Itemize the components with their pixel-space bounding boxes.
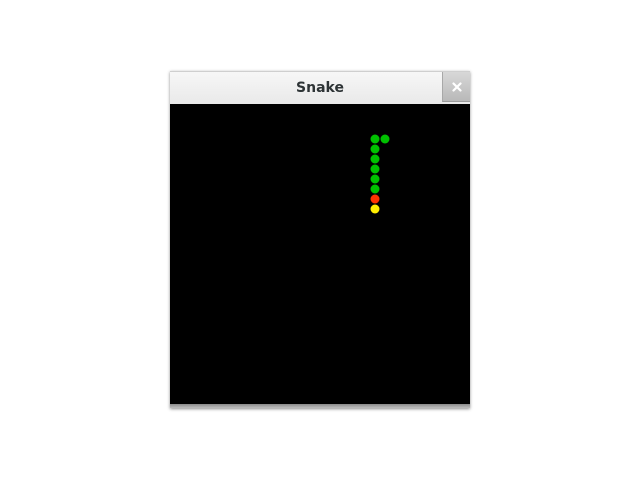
title-bar[interactable]: Snake: [170, 71, 470, 104]
food-pellet: [370, 204, 380, 214]
snake-window: Snake: [170, 71, 470, 408]
game-canvas: [370, 134, 390, 214]
close-button[interactable]: [442, 72, 470, 102]
snake-body-segment: [370, 154, 380, 164]
window-title: Snake: [296, 80, 344, 96]
close-icon: [451, 81, 462, 92]
game-board[interactable]: [170, 104, 470, 404]
snake-body-segment: [370, 144, 380, 154]
snake-body-segment: [370, 134, 380, 144]
snake-body-segment: [370, 184, 380, 194]
snake-body-segment: [380, 134, 390, 144]
snake-body-segment: [370, 174, 380, 184]
snake-body-segment: [370, 164, 380, 174]
window-bottom-edge: [170, 404, 470, 408]
snake-head: [370, 194, 380, 204]
